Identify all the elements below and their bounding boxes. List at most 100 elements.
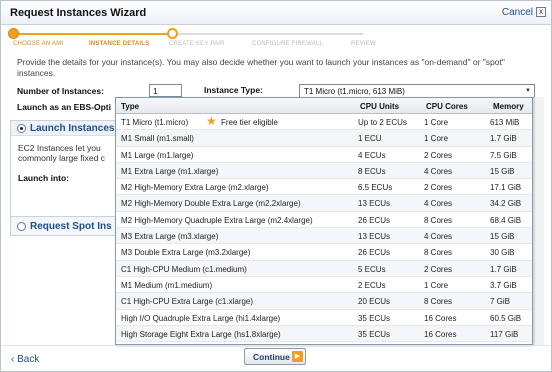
instance-type-row[interactable]: M1 Medium (m1.medium) 2 ECUs 1 Core 3.7 GiB bbox=[116, 277, 532, 294]
instance-type-dropdown: Type CPU Units CPU Cores Memory T1 Micro… bbox=[115, 97, 533, 345]
cpu-units-value: 8 ECUs bbox=[358, 166, 386, 176]
instance-type-row[interactable]: High I/O Quadruple Extra Large (hi1.4xla… bbox=[116, 310, 532, 326]
cpu-cores-value: 2 Cores bbox=[424, 183, 453, 193]
continue-label: Continue bbox=[253, 352, 290, 362]
free-tier-label: Free tier eligible bbox=[221, 118, 278, 127]
cpu-units-value: 13 ECUs bbox=[358, 232, 391, 242]
cpu-units-value: 20 ECUs bbox=[358, 297, 391, 307]
instance-type-row[interactable]: T1 Micro (t1.micro) Up to 2 ECUs 1 Core 613… bbox=[116, 114, 532, 131]
step-dot-choose-ami bbox=[8, 28, 19, 39]
step-choose-ami: CHOOSE AN AMI bbox=[13, 41, 64, 47]
instance-type-row[interactable]: C1 High-CPU Medium (c1.medium) 5 ECUs 2 Co… bbox=[116, 260, 532, 277]
instance-type-select[interactable]: T1 Micro (t1.micro, 613 MiB) ▼ bbox=[299, 84, 535, 98]
instance-type-name: M2 High-Memory Extra Large (m2.xlarge) bbox=[121, 183, 269, 193]
step-review: REVIEW bbox=[351, 41, 376, 47]
instance-type-row[interactable]: C1 High-CPU Extra Large (c1.xlarge) 20 EC… bbox=[116, 293, 532, 310]
cpu-cores-value: 2 Cores bbox=[424, 264, 453, 274]
cpu-cores-value: 4 Cores bbox=[424, 199, 453, 209]
cpu-units-value: 26 ECUs bbox=[358, 248, 391, 258]
ebs-optimized-label: Launch as an EBS-Opti bbox=[17, 102, 111, 112]
wizard-title: Request Instances Wizard bbox=[10, 7, 147, 19]
header-memory: Memory bbox=[493, 102, 524, 111]
chevron-down-icon: ▼ bbox=[525, 88, 531, 94]
instance-type-label: Instance Type: bbox=[204, 85, 263, 95]
num-instances-input[interactable]: 1 bbox=[149, 84, 182, 97]
cpu-cores-value: 2 Cores bbox=[424, 150, 453, 160]
cpu-cores-value: 8 Cores bbox=[424, 248, 453, 258]
progress-track-done bbox=[13, 33, 173, 35]
instance-type-row[interactable]: M2 High-Memory Quadruple Extra Large (m2… bbox=[116, 212, 532, 229]
instance-type-name: M1 Medium (m1.medium) bbox=[121, 280, 213, 290]
dropdown-scrollbar[interactable] bbox=[534, 97, 544, 345]
header-cpu-cores: CPU Cores bbox=[426, 102, 468, 111]
instance-type-row[interactable]: M2 High-Memory Extra Large (m2.xlarge) 6.… bbox=[116, 179, 532, 196]
cpu-units-value: 26 ECUs bbox=[358, 215, 391, 225]
spot-instances-panel: Request Spot Ins bbox=[10, 216, 120, 236]
cpu-cores-value: 1 Core bbox=[424, 118, 449, 127]
continue-button[interactable]: Continue ▶ bbox=[244, 348, 306, 365]
cpu-units-value: Up to 2 ECUs bbox=[358, 118, 407, 127]
memory-value: 117 GiB bbox=[490, 329, 519, 339]
step-dot-instance-details bbox=[167, 28, 178, 39]
memory-value: 30 GiB bbox=[490, 248, 515, 258]
cpu-units-value: 6.5 ECUs bbox=[358, 183, 393, 193]
cpu-units-value: 35 ECUs bbox=[358, 313, 391, 323]
footer-divider bbox=[1, 345, 551, 346]
instance-type-row[interactable]: M1 Large (m1.large) 4 ECUs 2 Cores 7.5 GiB bbox=[116, 147, 532, 163]
memory-value: 613 MiB bbox=[490, 118, 520, 127]
cpu-units-value: 5 ECUs bbox=[358, 264, 386, 274]
cpu-cores-value: 8 Cores bbox=[424, 215, 453, 225]
instance-type-name: M2 High-Memory Double Extra Large (m2.2x… bbox=[121, 199, 301, 209]
instance-type-name: C1 High-CPU Medium (c1.medium) bbox=[121, 264, 247, 274]
memory-value: 7 GiB bbox=[490, 297, 511, 307]
spot-instances-radio[interactable] bbox=[17, 222, 26, 231]
instance-type-name: High I/O Quadruple Extra Large (hi1.4xla… bbox=[121, 313, 281, 323]
dropdown-rows: T1 Micro (t1.micro) Up to 2 ECUs 1 Core 613… bbox=[116, 114, 532, 343]
progress-track-remaining bbox=[173, 33, 363, 35]
memory-value: 17.1 GiB bbox=[490, 183, 522, 193]
intro-text: Provide the details for your instance(s)… bbox=[17, 57, 505, 78]
memory-value: 1.7 GiB bbox=[490, 134, 517, 144]
instance-type-row[interactable]: High Storage Eight Extra Large (hs1.8xla… bbox=[116, 325, 532, 343]
memory-value: 68.4 GiB bbox=[490, 215, 522, 225]
memory-value: 1.7 GiB bbox=[490, 264, 517, 274]
instance-type-row[interactable]: M2 High-Memory Double Extra Large (m2.2x… bbox=[116, 195, 532, 212]
memory-value: 60.5 GiB bbox=[490, 313, 522, 323]
dropdown-header: Type CPU Units CPU Cores Memory bbox=[116, 98, 532, 114]
launch-instances-radio[interactable] bbox=[17, 124, 26, 133]
header-type: Type bbox=[121, 102, 140, 111]
cancel-link[interactable]: Cancel bbox=[502, 7, 533, 18]
instance-type-row[interactable]: M3 Extra Large (m3.xlarge) 13 ECUs 4 Cores… bbox=[116, 228, 532, 245]
cpu-cores-value: 4 Cores bbox=[424, 232, 453, 242]
close-icon[interactable]: x bbox=[536, 7, 546, 17]
memory-value: 15 GiB bbox=[490, 166, 515, 176]
spot-instances-label[interactable]: Request Spot Ins bbox=[30, 221, 112, 232]
instance-type-row[interactable]: M1 Extra Large (m1.xlarge) 8 ECUs 4 Cores 1… bbox=[116, 162, 532, 180]
instance-type-name: M1 Large (m1.large) bbox=[121, 150, 194, 160]
cpu-units-value: 35 ECUs bbox=[358, 329, 391, 339]
cpu-cores-value: 1 Core bbox=[424, 134, 449, 144]
step-configure-firewall: CONFIGURE FIREWALL bbox=[252, 41, 324, 47]
memory-value: 15 GiB bbox=[490, 232, 515, 242]
instance-type-row[interactable]: M3 Double Extra Large (m3.2xlarge) 26 ECU… bbox=[116, 244, 532, 261]
num-instances-label: Number of Instances: bbox=[17, 86, 104, 96]
instance-type-name: High Storage Eight Extra Large (hs1.8xla… bbox=[121, 329, 281, 339]
cpu-units-value: 2 ECUs bbox=[358, 280, 386, 290]
star-icon: ★ bbox=[206, 114, 217, 128]
launch-into-label: Launch into: bbox=[18, 173, 69, 183]
instance-type-name: C1 High-CPU Extra Large (c1.xlarge) bbox=[121, 297, 254, 307]
cpu-cores-value: 16 Cores bbox=[424, 329, 457, 339]
instance-type-name: M2 High-Memory Quadruple Extra Large (m2… bbox=[121, 215, 313, 225]
cpu-units-value: 13 ECUs bbox=[358, 199, 391, 209]
back-link[interactable]: ‹ Back bbox=[11, 354, 39, 365]
wizard-window: Request Instances Wizard Cancel x CHOOSE… bbox=[0, 0, 552, 372]
instance-type-row[interactable]: M1 Small (m1.small) 1 ECU 1 Core 1.7 GiB bbox=[116, 130, 532, 147]
header-cpu-units: CPU Units bbox=[360, 102, 400, 111]
cpu-cores-value: 16 Cores bbox=[424, 313, 457, 323]
cpu-cores-value: 1 Core bbox=[424, 280, 449, 290]
launch-instances-label[interactable]: Launch Instances bbox=[30, 123, 114, 134]
instance-type-name: M3 Extra Large (m3.xlarge) bbox=[121, 232, 219, 242]
launch-instances-description: EC2 Instances let you commonly large fix… bbox=[18, 143, 105, 163]
cpu-cores-value: 4 Cores bbox=[424, 166, 453, 176]
cpu-cores-value: 8 Cores bbox=[424, 297, 453, 307]
